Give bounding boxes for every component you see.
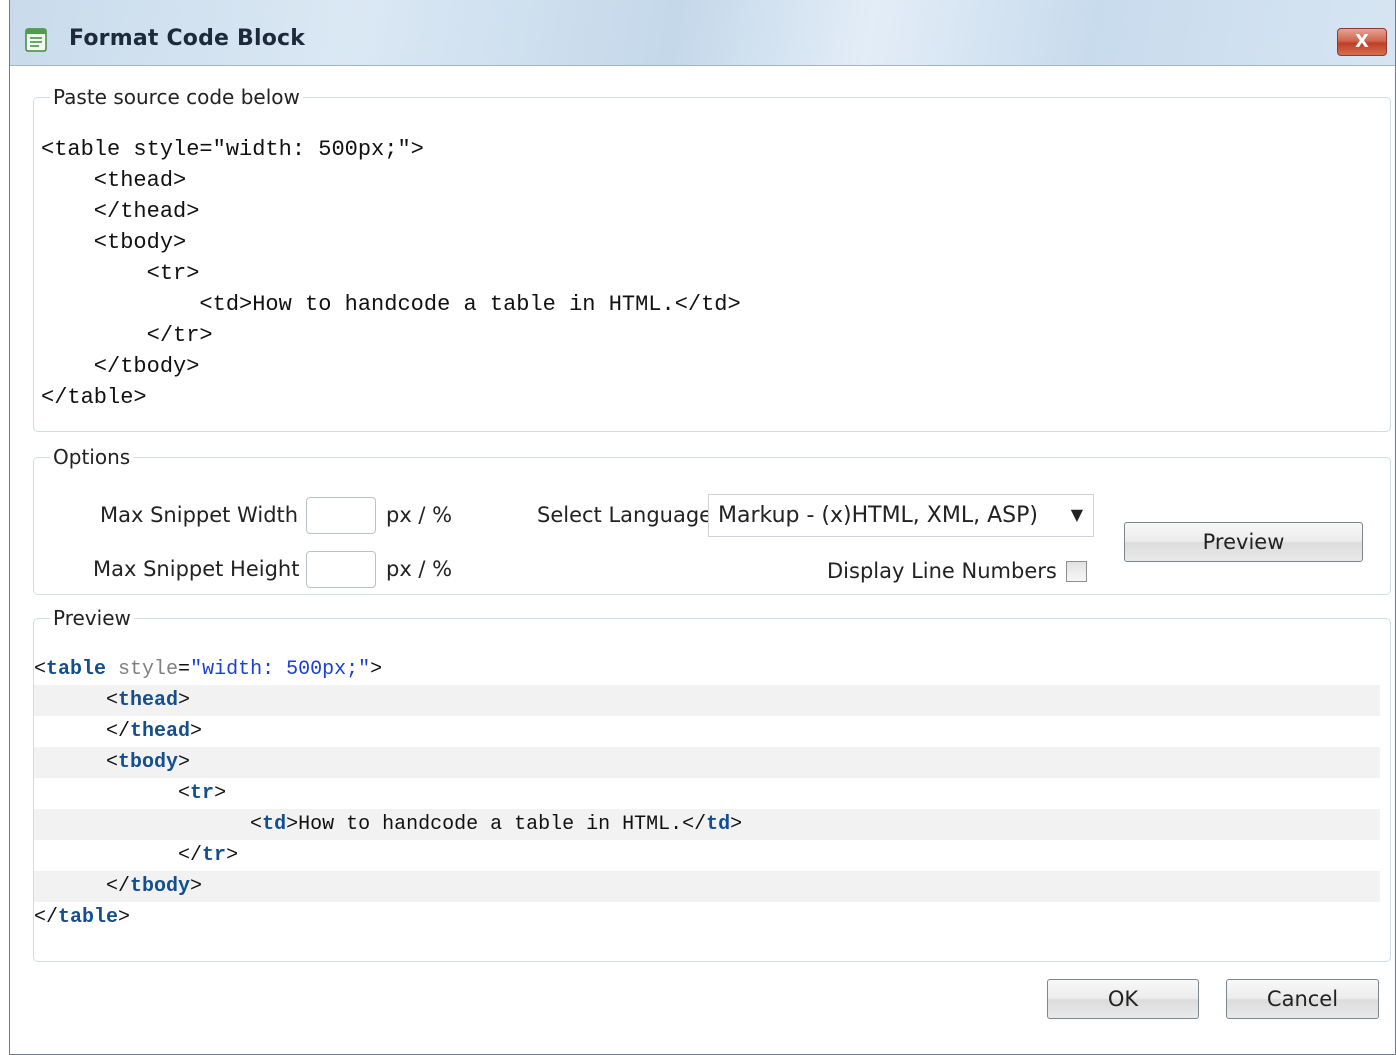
line-numbers-label: Display Line Numbers <box>827 559 1057 583</box>
preview-token: < <box>178 782 191 805</box>
preview-token: tbody <box>130 875 191 898</box>
dialog-title: Format Code Block <box>69 26 306 51</box>
max-width-label: Max Snippet Width <box>100 503 299 527</box>
preview-line: <thead> <box>34 685 1380 716</box>
preview-token: table <box>58 906 119 929</box>
preview-token: td <box>262 813 287 836</box>
preview-line: <tr> <box>34 778 1380 809</box>
preview-indent <box>34 782 178 805</box>
max-height-unit: px / % <box>386 557 453 581</box>
preview-button[interactable]: Preview <box>1124 522 1363 562</box>
preview-line: <table style="width: 500px;"> <box>34 654 1380 685</box>
preview-token: tr <box>202 844 227 867</box>
source-code-line: </tr> <box>41 323 213 348</box>
preview-indent <box>34 844 178 867</box>
preview-token: > <box>730 813 743 836</box>
preview-line: </tr> <box>34 840 1380 871</box>
source-code-line: <td>How to handcode a table in HTML.</td… <box>41 292 741 317</box>
preview-line: </tbody> <box>34 871 1380 902</box>
line-numbers-checkbox[interactable] <box>1066 561 1087 582</box>
preview-token: </ <box>106 720 131 743</box>
language-selected-value: Markup - (x)HTML, XML, ASP) <box>718 503 1038 528</box>
format-code-dialog: Format Code Block X Paste source code be… <box>9 0 1396 1055</box>
preview-token: table <box>46 658 107 681</box>
preview-token: < <box>106 751 119 774</box>
language-select[interactable]: Markup - (x)HTML, XML, ASP) ▼ <box>708 494 1094 537</box>
max-height-label: Max Snippet Height <box>93 557 300 581</box>
preview-line: <td>How to handcode a table in HTML.</td… <box>34 809 1380 840</box>
max-width-input[interactable] <box>306 497 376 534</box>
preview-line: </thead> <box>34 716 1380 747</box>
source-code-line: <tr> <box>41 261 200 286</box>
source-code-line: <thead> <box>41 168 187 193</box>
language-label: Select Language <box>537 503 713 527</box>
preview-legend: Preview <box>53 606 131 630</box>
ok-button[interactable]: OK <box>1047 979 1199 1019</box>
cancel-button[interactable]: Cancel <box>1226 979 1379 1019</box>
preview-token: > <box>178 689 191 712</box>
preview-token: tr <box>190 782 215 805</box>
preview-token: > <box>190 720 203 743</box>
preview-indent <box>34 689 106 712</box>
preview-token: < <box>250 813 263 836</box>
max-width-unit: px / % <box>386 503 453 527</box>
chevron-down-icon[interactable]: ▼ <box>1071 505 1083 524</box>
options-group: Options Max Snippet Width px / % Max Sni… <box>33 447 1391 595</box>
preview-token: > <box>178 751 191 774</box>
preview-indent <box>34 813 250 836</box>
preview-token: </ <box>106 875 131 898</box>
preview-code: <table style="width: 500px;"> <thead> </… <box>34 654 1380 933</box>
preview-line: <tbody> <box>34 747 1380 778</box>
preview-token: </ <box>34 906 59 929</box>
preview-token: = <box>178 658 191 681</box>
source-code-line: </table> <box>41 385 147 410</box>
source-legend: Paste source code below <box>53 85 300 109</box>
preview-indent <box>34 875 106 898</box>
preview-token: > <box>214 782 227 805</box>
source-code-group: Paste source code below <table style="wi… <box>33 87 1391 432</box>
preview-token: < <box>106 689 119 712</box>
options-legend: Options <box>53 445 131 469</box>
source-code-line: <tbody> <box>41 230 187 255</box>
preview-token: > <box>190 875 203 898</box>
preview-token: thead <box>118 689 179 712</box>
preview-token: < <box>34 658 47 681</box>
source-code-line: </tbody> <box>41 354 200 379</box>
max-height-input[interactable] <box>306 551 376 588</box>
source-code-line: </thead> <box>41 199 200 224</box>
title-bar[interactable]: Format Code Block X <box>10 0 1395 66</box>
close-button[interactable]: X <box>1337 28 1387 56</box>
source-code-input[interactable]: <table style="width: 500px;"> <thead> </… <box>41 134 741 413</box>
preview-token: tbody <box>118 751 179 774</box>
document-icon <box>25 28 47 52</box>
preview-line: </table> <box>34 902 1380 933</box>
preview-token: style <box>106 658 179 681</box>
preview-token: </ <box>178 844 203 867</box>
preview-token: "width: 500px;" <box>190 658 371 681</box>
preview-indent <box>34 720 106 743</box>
preview-token: >How to handcode a table in HTML.</ <box>286 813 707 836</box>
preview-token: td <box>706 813 731 836</box>
preview-token: thead <box>130 720 191 743</box>
preview-token: > <box>118 906 131 929</box>
preview-group: Preview <table style="width: 500px;"> <t… <box>33 608 1391 962</box>
preview-token: > <box>226 844 239 867</box>
source-code-line: <table style="width: 500px;"> <box>41 137 424 162</box>
preview-indent <box>34 751 106 774</box>
preview-token: > <box>370 658 383 681</box>
